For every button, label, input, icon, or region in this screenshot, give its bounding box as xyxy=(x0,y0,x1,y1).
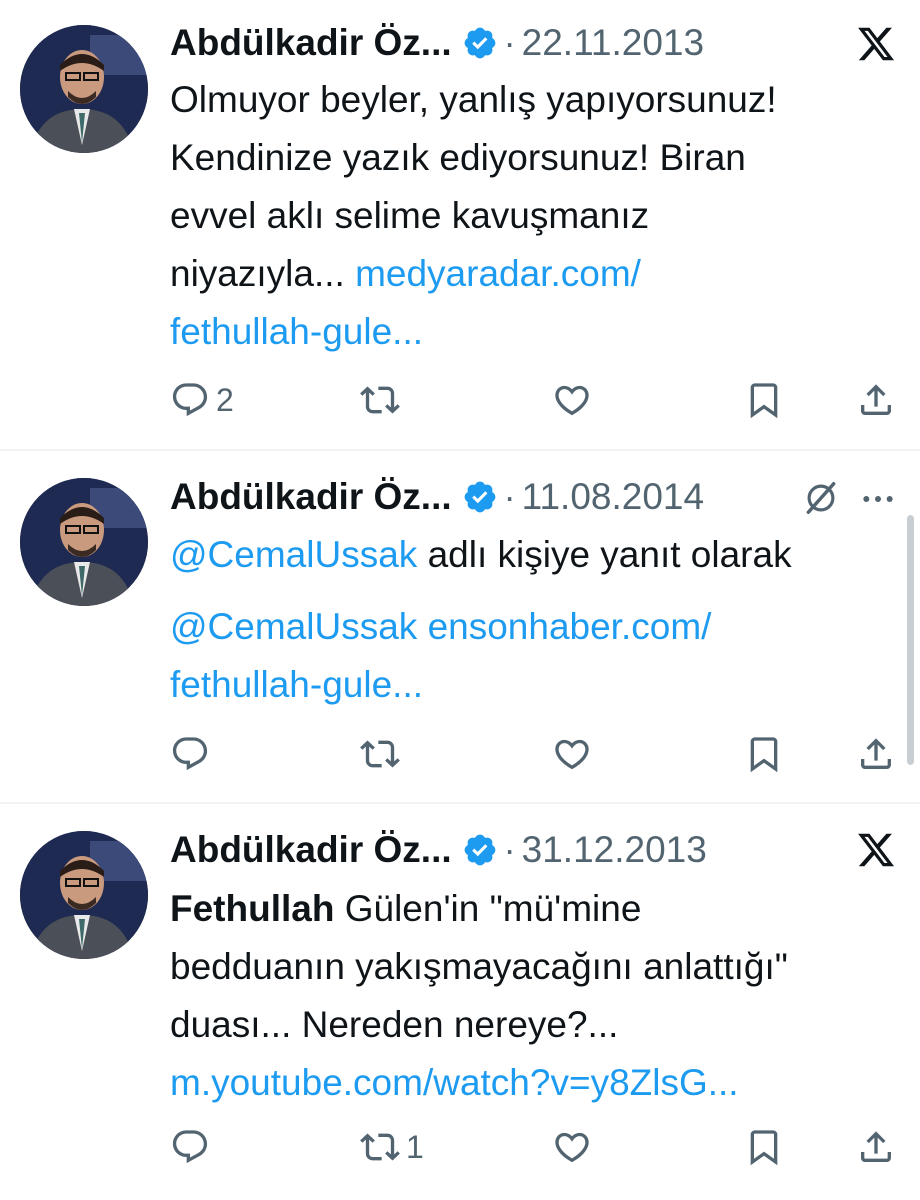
avatar-image xyxy=(20,831,148,959)
tweet-date[interactable]: 11.08.2014 xyxy=(522,476,704,518)
avatar[interactable] xyxy=(20,478,148,606)
tweet-actions xyxy=(170,729,900,779)
x-logo-icon[interactable] xyxy=(856,830,896,875)
reply-button[interactable]: 2 xyxy=(170,375,234,425)
like-button[interactable] xyxy=(552,1122,592,1172)
bookmark-icon xyxy=(750,737,778,773)
tweet-text-line: niyazıyla... medyaradar.com/ xyxy=(170,245,890,303)
reply-button[interactable] xyxy=(170,1122,210,1172)
tweet-header: Abdülkadir Öz... · 31.12.2013 xyxy=(170,827,707,873)
retweet-button[interactable] xyxy=(360,375,400,425)
retweet-icon xyxy=(360,740,400,768)
bold-word: Fethullah xyxy=(170,888,335,929)
separator-dot: · xyxy=(503,22,516,63)
retweet-count: 1 xyxy=(406,1128,424,1165)
tweet-3[interactable]: Abdülkadir Öz... · 31.12.2013 Fethullah … xyxy=(0,804,920,1200)
tweet-link[interactable]: medyaradar.com/ xyxy=(355,253,641,294)
scrollbar[interactable] xyxy=(907,515,914,765)
reply-icon xyxy=(172,737,208,771)
share-button[interactable] xyxy=(856,1122,896,1172)
tweet-header: Abdülkadir Öz... · 11.08.2014 xyxy=(170,474,704,520)
tweet-text-line: Olmuyor beyler, yanlış yapıyorsunuz! xyxy=(170,79,777,120)
reply-icon xyxy=(172,1130,208,1164)
heart-icon xyxy=(555,739,589,770)
bookmark-button[interactable] xyxy=(744,1122,784,1172)
avatar[interactable] xyxy=(20,25,148,153)
avatar-image xyxy=(20,478,148,606)
tweet-link[interactable]: ensonhaber.com/ xyxy=(428,606,712,647)
x-logo-icon[interactable] xyxy=(856,24,896,69)
tweet-link[interactable]: fethullah-gule... xyxy=(170,664,423,705)
grok-icon[interactable] xyxy=(802,479,840,522)
like-button[interactable] xyxy=(552,729,592,779)
author-name[interactable]: Abdülkadir Öz... xyxy=(170,829,452,871)
retweet-button[interactable]: 1 xyxy=(360,1122,424,1172)
heart-icon xyxy=(555,1132,589,1163)
reply-icon xyxy=(172,383,208,417)
share-icon xyxy=(861,384,891,415)
tweet-1[interactable]: Abdülkadir Öz... · 22.11.2013 Olmuyor be… xyxy=(0,0,920,450)
share-button[interactable] xyxy=(856,729,896,779)
tweet-text-line: evvel aklı selime kavuşmanız xyxy=(170,195,650,236)
retweet-icon xyxy=(360,386,400,414)
bookmark-button[interactable] xyxy=(744,729,784,779)
tweet-header: Abdülkadir Öz... · 22.11.2013 xyxy=(170,20,704,66)
author-name[interactable]: Abdülkadir Öz... xyxy=(170,476,452,518)
avatar-image xyxy=(20,25,148,153)
tweet-2[interactable]: Abdülkadir Öz... · 11.08.2014 @CemalUssa… xyxy=(0,451,920,803)
tweet-date[interactable]: 22.11.2013 xyxy=(522,22,704,64)
retweet-button[interactable] xyxy=(360,729,400,779)
retweet-icon xyxy=(360,1133,400,1161)
mention-link[interactable]: @CemalUssak xyxy=(170,606,417,647)
share-button[interactable] xyxy=(856,375,896,425)
share-icon xyxy=(861,1131,891,1162)
author-name[interactable]: Abdülkadir Öz... xyxy=(170,22,452,64)
separator-dot: · xyxy=(503,829,516,870)
share-icon xyxy=(861,738,891,769)
reply-to-suffix: adlı kişiye yanıt olarak xyxy=(427,534,792,575)
tweet-text: Olmuyor beyler, yanlış yapıyorsunuz! Ken… xyxy=(170,71,890,361)
verified-badge-icon xyxy=(464,481,496,513)
tweet-text-line: Kendinize yazık ediyorsunuz! Biran xyxy=(170,137,746,178)
verified-badge-icon xyxy=(464,834,496,866)
reply-context: @CemalUssak adlı kişiye yanıt olarak xyxy=(170,526,890,584)
tweet-text: Fethullah Gülen'in "mü'mine bedduanın ya… xyxy=(170,880,890,1112)
tweet-actions: 1 xyxy=(170,1122,900,1172)
bookmark-button[interactable] xyxy=(744,375,784,425)
tweet-text-line: duası... Nereden nereye?... xyxy=(170,1004,619,1045)
like-button[interactable] xyxy=(552,375,592,425)
separator-dot: · xyxy=(503,476,516,517)
tweet-link[interactable]: m.youtube.com/watch?v=y8ZlsG... xyxy=(170,1062,739,1103)
tweet-text: @CemalUssak ensonhaber.com/ fethullah-gu… xyxy=(170,598,890,714)
bookmark-icon xyxy=(750,1130,778,1166)
bookmark-icon xyxy=(750,383,778,419)
reply-to-handle[interactable]: @CemalUssak xyxy=(170,534,417,575)
tweet-text-line: bedduanın yakışmayacağını anlattığı" xyxy=(170,946,788,987)
tweet-date[interactable]: 31.12.2013 xyxy=(522,829,707,871)
tweet-actions: 2 xyxy=(170,375,900,425)
tweet-link[interactable]: fethullah-gule... xyxy=(170,311,423,352)
more-icon[interactable] xyxy=(858,479,898,524)
avatar[interactable] xyxy=(20,831,148,959)
reply-count: 2 xyxy=(216,381,234,418)
tweet-text-fragment: niyazıyla... xyxy=(170,253,345,294)
reply-button[interactable] xyxy=(170,729,210,779)
heart-icon xyxy=(555,385,589,416)
verified-badge-icon xyxy=(464,27,496,59)
tweet-text-fragment: Gülen'in "mü'mine xyxy=(344,888,642,929)
